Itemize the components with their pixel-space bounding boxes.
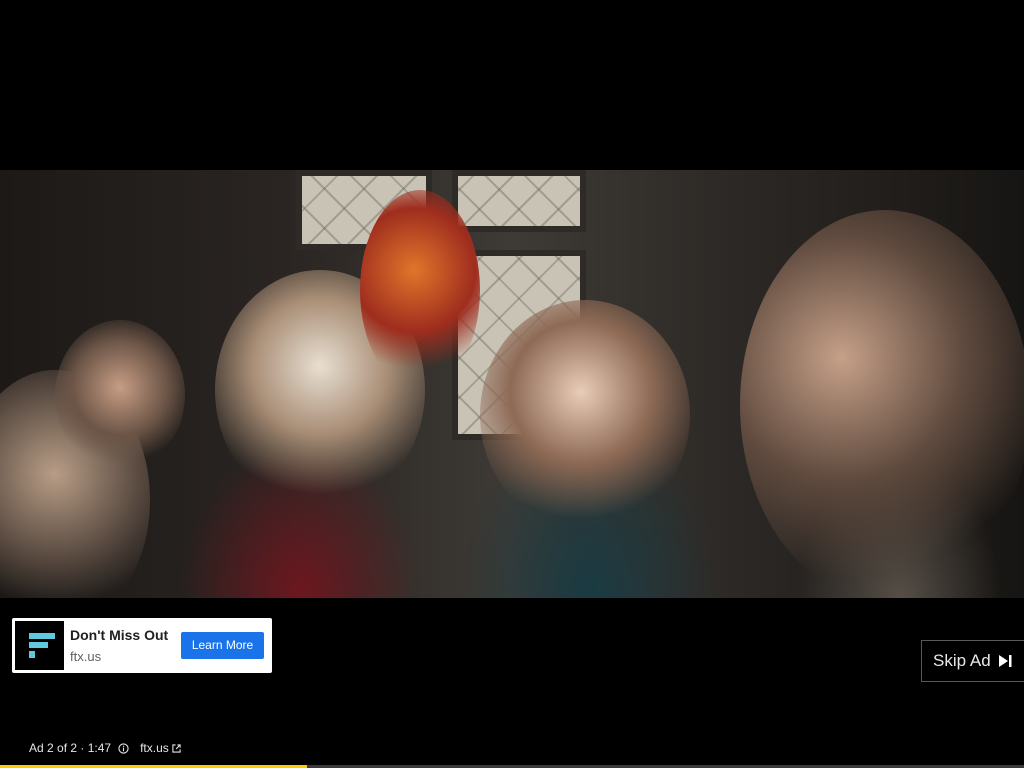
figure-laughing-woman: [480, 300, 690, 530]
leaded-window-right: [452, 170, 586, 232]
info-icon[interactable]: [118, 742, 129, 754]
skip-next-icon: [998, 655, 1012, 667]
video-player[interactable]: Don't Miss Out ftx.us Learn More Skip Ad…: [0, 0, 1024, 768]
skip-ad-label: Skip Ad: [933, 651, 991, 670]
ad-card[interactable]: Don't Miss Out ftx.us Learn More: [12, 618, 272, 673]
ad-title[interactable]: Don't Miss Out: [70, 627, 168, 643]
feather-plume: [360, 190, 480, 390]
figure-bearded-man: [55, 320, 185, 470]
ad-counter: Ad 2 of 2 · 1:47: [29, 741, 112, 755]
video-frame[interactable]: [0, 170, 1024, 598]
learn-more-button[interactable]: Learn More: [181, 632, 264, 659]
figure-man-foreground: [740, 210, 1024, 598]
ftx-logo-icon[interactable]: [15, 621, 64, 670]
ad-info-bar: Ad 2 of 2 · 1:47 ftx.us: [29, 740, 181, 756]
ad-domain[interactable]: ftx.us: [70, 649, 101, 664]
advertiser-link[interactable]: ftx.us: [140, 741, 169, 755]
skip-ad-button[interactable]: Skip Ad: [921, 640, 1024, 682]
external-link-icon[interactable]: [172, 743, 181, 753]
